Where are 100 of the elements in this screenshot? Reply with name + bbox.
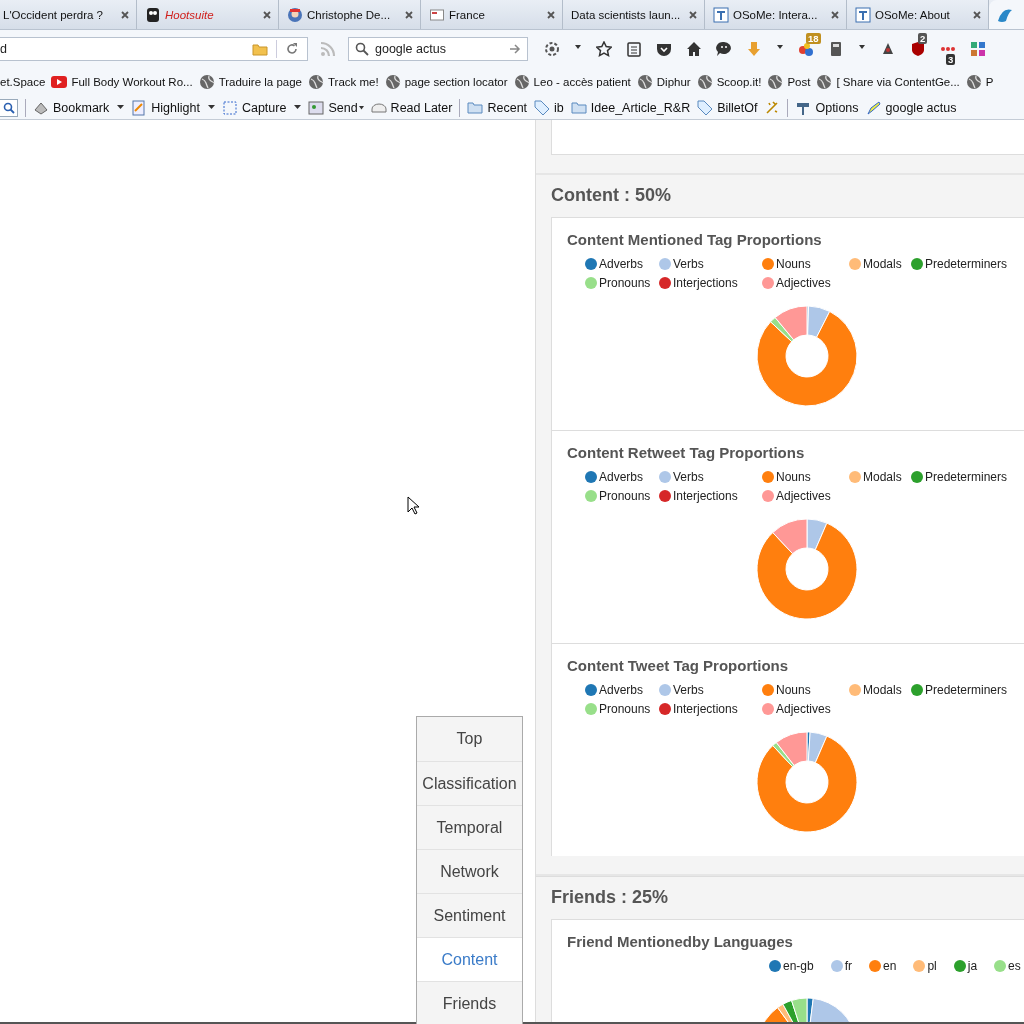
star-icon[interactable] [596, 41, 612, 57]
browser-tab[interactable]: OSoMe: About [847, 0, 989, 29]
legend-label: Adjectives [776, 489, 831, 503]
bookmark-link[interactable]: Leo - accès patient [533, 76, 631, 88]
globe-icon[interactable] [513, 74, 530, 90]
browser-tab[interactable]: Christophe De... [279, 0, 421, 29]
legend-label: Adjectives [776, 702, 831, 716]
tag-icon[interactable] [697, 99, 714, 116]
bookmark-link[interactable]: Scoop.it! [716, 76, 762, 88]
browser-tab[interactable]: Hootsuite [137, 0, 279, 29]
legend-label: en [883, 959, 897, 973]
nav-item[interactable]: Friends [417, 981, 522, 1024]
bookmark-link[interactable]: Traduire la page [218, 76, 302, 88]
globe-icon[interactable] [636, 74, 653, 90]
dots-icon[interactable] [798, 41, 814, 57]
browser-tab[interactable]: Data scientists laun... [563, 0, 705, 29]
search-field[interactable]: google actus [348, 37, 528, 61]
chat-icon[interactable] [716, 41, 732, 57]
reload-icon[interactable] [285, 42, 299, 56]
legend-label: Adverbs [599, 257, 644, 271]
toolbar-button[interactable]: BilletOf [717, 100, 758, 115]
toolbar-button[interactable]: Send [328, 100, 358, 115]
legend-label: Adverbs [599, 683, 644, 697]
legend-label: Pronouns [599, 489, 651, 503]
clipboard-icon[interactable] [626, 41, 642, 57]
home-icon[interactable] [686, 41, 702, 57]
phone-icon[interactable] [828, 41, 844, 57]
caret-icon[interactable] [358, 105, 364, 110]
pocket-icon[interactable] [656, 41, 672, 57]
avatar-icon [287, 6, 303, 23]
toolbar-button[interactable]: google actus [885, 100, 957, 115]
globe-icon[interactable] [965, 74, 982, 90]
toolbar-button[interactable]: Options [815, 100, 859, 115]
globe-icon[interactable] [767, 74, 784, 90]
image-icon[interactable] [308, 99, 325, 116]
arrow-icon[interactable] [509, 43, 521, 55]
grid-icon[interactable] [970, 41, 986, 57]
toolbar-button[interactable]: Recent [487, 100, 528, 115]
legend-label: fr [844, 959, 853, 973]
legend-label: Predeterminers [925, 470, 1008, 484]
globe-icon[interactable] [816, 74, 833, 90]
caret-icon[interactable] [117, 105, 125, 110]
legend-label: Predeterminers [925, 257, 1008, 271]
legend-label: Nouns [776, 257, 811, 271]
caret-icon[interactable] [207, 105, 215, 110]
dots-icon[interactable] [940, 46, 956, 52]
search-field[interactable] [0, 98, 18, 117]
globe-icon[interactable] [198, 74, 215, 90]
mouse-cursor-icon [407, 496, 419, 515]
toolbar-button[interactable]: Capture [241, 100, 287, 115]
bookmark-link[interactable]: Track me! [327, 76, 379, 88]
page-icon [855, 6, 871, 23]
nav-item[interactable]: Classification [417, 761, 522, 805]
close-icon[interactable] [546, 9, 556, 20]
legend-label: en-gb [783, 959, 814, 973]
pen-icon[interactable] [865, 99, 882, 116]
bookmark-link[interactable]: [ Share via ContentGe... [836, 76, 960, 88]
section-heading: Content : 50% [550, 184, 672, 207]
toolbar-button[interactable]: Highlight [151, 100, 200, 115]
browser-tab[interactable]: L'Occident perdra ? [0, 0, 137, 29]
bookmark-link[interactable]: Diphur [656, 76, 691, 88]
legend-label: Modals [863, 683, 902, 697]
video-icon[interactable] [51, 74, 68, 90]
count-badge: 18 [806, 33, 821, 44]
browser-tab[interactable]: OSoMe: Intera... [705, 0, 847, 29]
url-field[interactable]: d [0, 37, 308, 61]
close-icon[interactable] [120, 9, 130, 20]
globe-icon[interactable] [307, 74, 324, 90]
gear-icon[interactable] [544, 41, 560, 57]
legend-label: Nouns [776, 683, 811, 697]
shield-icon[interactable] [910, 41, 926, 57]
close-icon[interactable] [830, 9, 840, 20]
toolbar-button[interactable]: ib [554, 100, 564, 115]
bookmark-link[interactable]: Full Body Workout Ro... [71, 76, 193, 88]
toolbar-button[interactable]: Idee_Article_R&R [590, 100, 691, 115]
page-icon [429, 6, 445, 23]
nav-item[interactable]: Temporal [417, 805, 522, 849]
caret-icon[interactable] [294, 105, 302, 110]
close-icon[interactable] [972, 9, 982, 20]
browser-tab[interactable]: France [421, 0, 563, 29]
nav-item[interactable]: Content [417, 937, 522, 981]
toolbar-button[interactable]: Bookmark [53, 100, 110, 115]
globe-icon[interactable] [696, 74, 713, 90]
toolbar-button[interactable]: Read Later [390, 100, 453, 115]
page-icon [713, 6, 729, 23]
tag-icon[interactable] [534, 99, 551, 116]
close-icon[interactable] [404, 9, 414, 20]
bookmark-link[interactable]: page section locator [404, 76, 508, 88]
nav-item[interactable]: Top [417, 717, 522, 761]
close-icon[interactable] [262, 9, 272, 20]
sparkle-icon[interactable] [764, 99, 781, 116]
bookmark-link[interactable]: et.Space [0, 76, 46, 88]
nav-item[interactable]: Network [417, 849, 522, 893]
chart-title: Content Retweet Tag Proportions [567, 444, 806, 461]
close-icon[interactable] [688, 9, 698, 20]
legend-label: Modals [863, 470, 902, 484]
globe-icon[interactable] [384, 74, 401, 90]
bookmark-link[interactable]: Post [787, 76, 811, 88]
legend-label: Predeterminers [925, 683, 1008, 697]
bookmark-link[interactable]: P [985, 76, 994, 88]
